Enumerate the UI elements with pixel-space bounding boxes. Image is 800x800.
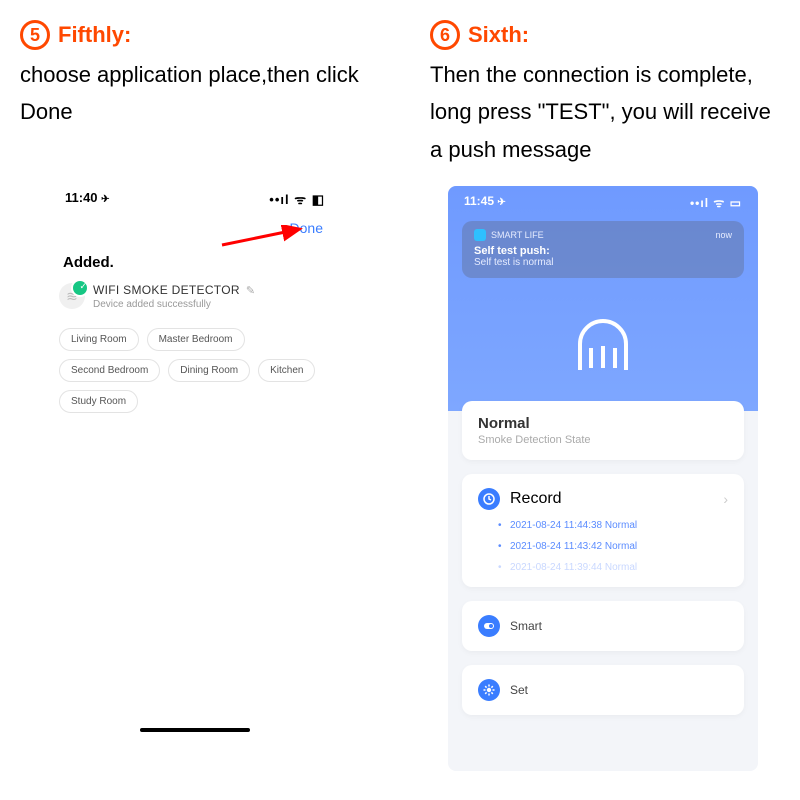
step5-number: 5 xyxy=(20,20,50,50)
room-chip[interactable]: Kitchen xyxy=(258,359,315,382)
record-item: 2021-08-24 11:44:38 Normal xyxy=(510,520,728,531)
device-row: ≋✓ WIFI SMOKE DETECTOR ✎ Device added su… xyxy=(45,281,345,320)
record-card[interactable]: Record › 2021-08-24 11:44:38 Normal 2021… xyxy=(462,474,744,587)
push-notification[interactable]: SMART LIFE now Self test push: Self test… xyxy=(462,221,744,278)
room-chip[interactable]: Dining Room xyxy=(168,359,250,382)
smart-label: Smart xyxy=(510,619,542,633)
status-bar: 11:40 ✈︎ ••ıl ᯤ ◧ xyxy=(45,180,345,208)
status-icons: ••ıl ᯤ ▭ xyxy=(690,194,742,211)
state-subtitle: Smoke Detection State xyxy=(478,434,728,446)
status-bar: 11:45 ✈︎ ••ıl ᯤ ▭ xyxy=(448,186,758,211)
app-icon xyxy=(474,229,486,241)
record-item: 2021-08-24 11:43:42 Normal xyxy=(510,541,728,552)
phone-left: 11:40 ✈︎ ••ıl ᯤ ◧ Done Added. ≋✓ WIFI SM… xyxy=(45,180,345,740)
step5-instruction: choose application place,then click Done xyxy=(20,56,380,131)
rooms-list: Living Room Master Bedroom Second Bedroo… xyxy=(45,320,345,413)
step6-instruction: Then the connection is complete, long pr… xyxy=(430,56,780,168)
device-subtitle: Device added successfully xyxy=(93,299,333,310)
step6-number: 6 xyxy=(430,20,460,50)
device-name: WIFI SMOKE DETECTOR ✎ xyxy=(93,283,333,297)
record-label: Record xyxy=(510,490,562,508)
state-title: Normal xyxy=(478,415,728,432)
home-indicator xyxy=(140,728,250,732)
edit-icon[interactable]: ✎ xyxy=(246,284,256,297)
notif-title: Self test push: xyxy=(474,245,732,257)
added-title: Added. xyxy=(45,240,345,281)
status-time: 11:45 ✈︎ xyxy=(464,194,506,211)
clock-icon xyxy=(478,488,500,510)
status-time: 11:40 ✈︎ xyxy=(65,190,110,208)
step5-block: 5 Fifthly: choose application place,then… xyxy=(20,20,380,131)
header-area: 11:45 ✈︎ ••ıl ᯤ ▭ SMART LIFE now Self te… xyxy=(448,186,758,411)
step6-block: 6 Sixth: Then the connection is complete… xyxy=(430,20,780,168)
state-card: Normal Smoke Detection State xyxy=(462,401,744,460)
status-icons: ••ıl ᯤ ◧ xyxy=(269,190,325,208)
step6-label: Sixth: xyxy=(468,22,529,48)
smart-card[interactable]: Smart xyxy=(462,601,744,651)
room-chip[interactable]: Master Bedroom xyxy=(147,328,245,351)
set-card[interactable]: Set xyxy=(462,665,744,715)
phone-right: 11:45 ✈︎ ••ıl ᯤ ▭ SMART LIFE now Self te… xyxy=(448,186,758,771)
chevron-right-icon: › xyxy=(723,491,728,507)
toggle-icon xyxy=(478,615,500,637)
room-chip[interactable]: Second Bedroom xyxy=(59,359,160,382)
room-chip[interactable]: Study Room xyxy=(59,390,138,413)
step5-label: Fifthly: xyxy=(58,22,131,48)
notif-body: Self test is normal xyxy=(474,257,732,268)
notif-when: now xyxy=(715,230,732,240)
set-label: Set xyxy=(510,683,528,697)
room-chip[interactable]: Living Room xyxy=(59,328,139,351)
device-hero-icon xyxy=(570,316,636,382)
notif-app-name: SMART LIFE xyxy=(491,230,544,240)
gear-icon xyxy=(478,679,500,701)
done-button[interactable]: Done xyxy=(45,208,345,240)
device-icon: ≋✓ xyxy=(59,283,85,309)
record-item: 2021-08-24 11:39:44 Normal xyxy=(510,562,728,573)
